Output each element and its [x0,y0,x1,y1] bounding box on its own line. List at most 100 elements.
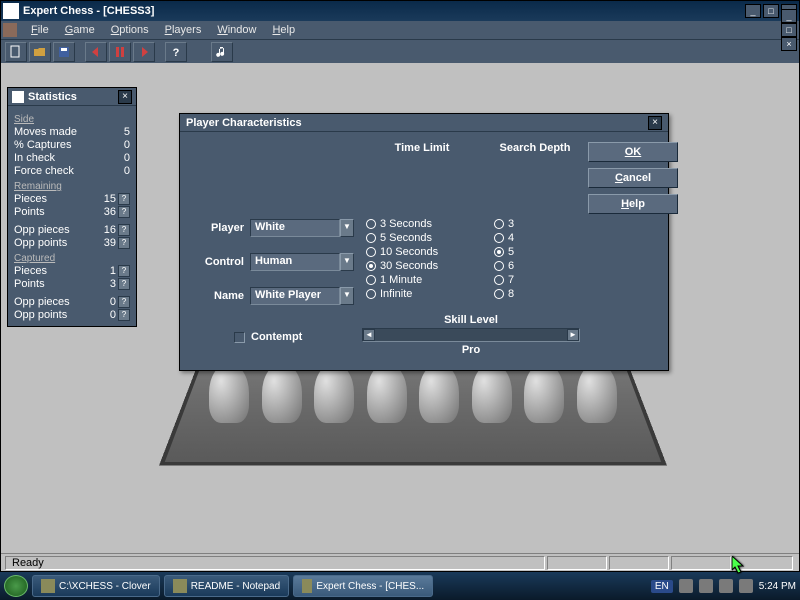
control-combo[interactable]: Human ▼ [250,253,354,271]
app-icon [3,3,19,19]
timelimit-option[interactable]: 30 Seconds [366,260,482,272]
statistics-header[interactable]: Statistics × [8,88,136,106]
radio-icon [366,275,376,285]
searchdepth-option-label: 3 [508,218,514,230]
menu-window[interactable]: Window [211,22,262,38]
app-title: Expert Chess - [CHESS3] [23,5,745,17]
tray-icon[interactable] [679,579,693,593]
skill-slider[interactable]: ◄ ► [362,328,580,342]
dialog-help-button[interactable]: Help [588,194,678,214]
player-label: Player [194,218,250,238]
help-button[interactable]: ? [165,42,187,62]
searchdepth-option[interactable]: 8 [494,288,580,300]
stat-row: Opp pieces0? [14,296,130,308]
help-icon[interactable]: ? [118,193,130,205]
language-indicator[interactable]: EN [651,580,673,593]
pause-button[interactable] [109,42,131,62]
menu-game[interactable]: Game [59,22,101,38]
tray-icon[interactable] [719,579,733,593]
app-icon [173,579,187,593]
taskbar-button[interactable]: C:\XCHESS - Clover [32,575,160,597]
back-button[interactable] [85,42,107,62]
dropdown-arrow-icon[interactable]: ▼ [340,287,354,305]
player-value: White [250,219,340,237]
music-button[interactable] [211,42,233,62]
taskbar-button[interactable]: Expert Chess - [CHES... [293,575,433,597]
timelimit-option-label: 3 Seconds [380,218,432,230]
menu-options[interactable]: Options [105,22,155,38]
help-icon[interactable]: ? [118,224,130,236]
save-button[interactable] [53,42,75,62]
player-combo[interactable]: White ▼ [250,219,354,237]
contempt-checkbox[interactable] [234,332,245,343]
stat-value: 15 [104,193,116,205]
stat-label: In check [14,152,55,164]
stat-label: Opp points [14,309,67,321]
searchdepth-option[interactable]: 6 [494,260,580,272]
open-button[interactable] [29,42,51,62]
mdi-maximize-button[interactable]: □ [781,23,797,37]
statistics-close-button[interactable]: × [118,90,132,104]
tray-icon[interactable] [699,579,713,593]
timelimit-option[interactable]: 10 Seconds [366,246,482,258]
minimize-button[interactable]: _ [745,4,761,18]
cancel-button[interactable]: Cancel [588,168,678,188]
start-button[interactable] [4,575,28,597]
menu-players[interactable]: Players [159,22,208,38]
stat-value: 0 [124,165,130,177]
searchdepth-option[interactable]: 4 [494,232,580,244]
stat-value: 0 [110,309,116,321]
forward-button[interactable] [133,42,155,62]
timelimit-option[interactable]: Infinite [366,288,482,300]
searchdepth-option[interactable]: 3 [494,218,580,230]
stat-value: 0 [124,152,130,164]
timelimit-option[interactable]: 3 Seconds [366,218,482,230]
radio-icon [366,219,376,229]
searchdepth-option[interactable]: 7 [494,274,580,286]
new-button[interactable] [5,42,27,62]
radio-icon [366,261,376,271]
stat-value: 16 [104,224,116,236]
help-icon[interactable]: ? [118,278,130,290]
searchdepth-option[interactable]: 5 [494,246,580,258]
workspace: Statistics × Side Moves made5% Captures0… [3,83,797,551]
timelimit-option-label: 5 Seconds [380,232,432,244]
dropdown-arrow-icon[interactable]: ▼ [340,253,354,271]
dropdown-arrow-icon[interactable]: ▼ [340,219,354,237]
searchdepth-option-label: 4 [508,232,514,244]
help-icon[interactable]: ? [118,296,130,308]
timelimit-option-label: 10 Seconds [380,246,438,258]
slider-left-icon[interactable]: ◄ [363,329,375,341]
stat-value: 3 [110,278,116,290]
skill-label: Skill Level [362,314,580,326]
timelimit-option[interactable]: 1 Minute [366,274,482,286]
timelimit-option-label: 30 Seconds [380,260,438,272]
help-icon[interactable]: ? [118,309,130,321]
menu-file[interactable]: File [25,22,55,38]
help-icon[interactable]: ? [118,206,130,218]
mdi-minimize-button[interactable]: _ [781,9,797,23]
menu-help[interactable]: Help [266,22,301,38]
side-label: Side [14,114,130,125]
timelimit-option[interactable]: 5 Seconds [366,232,482,244]
remaining-label: Remaining [14,181,130,192]
ok-button[interactable]: OK [588,142,678,162]
help-icon[interactable]: ? [118,237,130,249]
radio-icon [366,233,376,243]
slider-right-icon[interactable]: ► [567,329,579,341]
tray-icon[interactable] [739,579,753,593]
clock[interactable]: 5:24 PM [759,581,796,592]
app-titlebar[interactable]: Expert Chess - [CHESS3] _ □ × [1,1,799,21]
dialog-close-button[interactable]: × [648,116,662,130]
mdi-close-button[interactable]: × [781,37,797,51]
dialog-titlebar[interactable]: Player Characteristics × [180,114,668,132]
help-icon[interactable]: ? [118,265,130,277]
maximize-button[interactable]: □ [763,4,779,18]
name-combo[interactable]: White Player ▼ [250,287,354,305]
status-cell [733,556,793,570]
captured-label: Captured [14,253,130,264]
radio-icon [366,289,376,299]
taskbar-button[interactable]: README - Notepad [164,575,289,597]
stat-label: Force check [14,165,74,177]
status-cell [671,556,731,570]
